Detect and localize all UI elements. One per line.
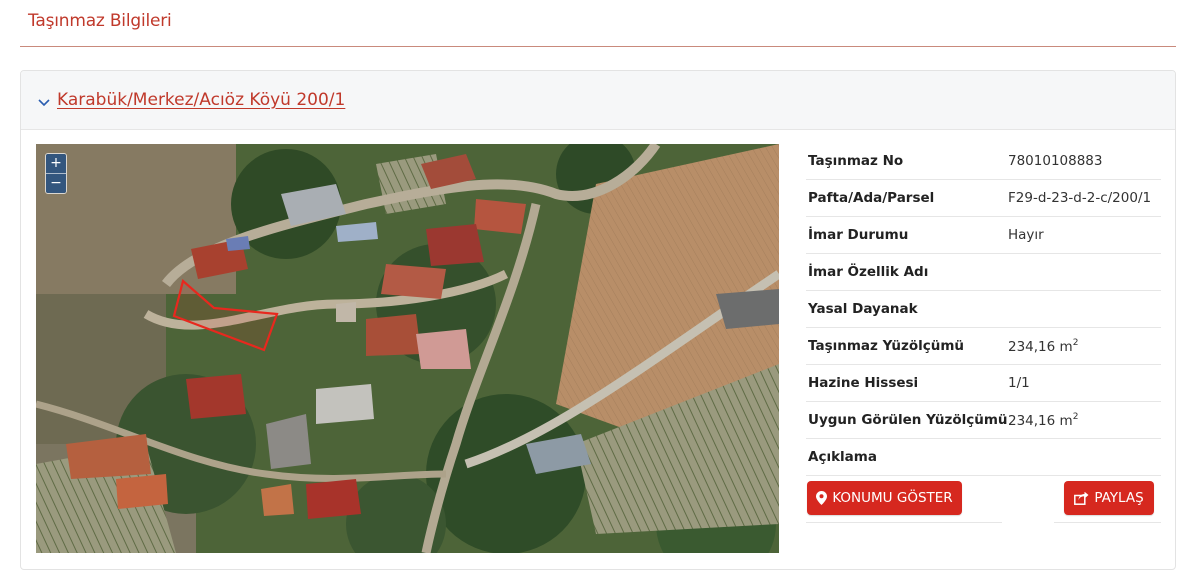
field-label: İmar Özellik Adı: [806, 253, 1008, 291]
field-label: Taşınmaz No: [806, 143, 1008, 180]
zoom-out-button[interactable]: −: [46, 173, 66, 193]
table-row: Uygun Görülen Yüzölçümü 234,16 m2: [806, 401, 1161, 439]
field-value: Hayır: [1008, 216, 1161, 254]
table-row: Pafta/Ada/Parsel F29-d-23-d-2-c/200/1: [806, 179, 1161, 217]
chevron-down-icon[interactable]: [37, 95, 51, 109]
table-row: İmar Durumu Hayır: [806, 216, 1161, 254]
field-value: 234,16 m2: [1008, 327, 1161, 365]
satellite-map[interactable]: + −: [36, 144, 779, 553]
show-location-button[interactable]: KONUMU GÖSTER: [807, 481, 962, 515]
area-unit-exponent: 2: [1072, 411, 1079, 422]
field-value: [1008, 290, 1161, 328]
map-zoom-control: + −: [45, 153, 67, 194]
map-marker-icon: [816, 491, 828, 505]
field-label: Açıklama: [806, 438, 1008, 476]
area-value: 234,16 m: [1008, 338, 1073, 355]
field-value: [1008, 253, 1161, 291]
zoom-in-button[interactable]: +: [46, 154, 66, 173]
field-value: F29-d-23-d-2-c/200/1: [1008, 179, 1161, 217]
field-value: 234,16 m2: [1008, 401, 1161, 439]
field-value: [1008, 438, 1161, 476]
field-label: Pafta/Ada/Parsel: [806, 179, 1008, 217]
page-title: Taşınmaz Bilgileri: [28, 11, 172, 31]
table-row: Hazine Hissesi 1/1: [806, 364, 1161, 402]
field-label: İmar Durumu: [806, 216, 1008, 254]
table-row: Taşınmaz Yüzölçümü 234,16 m2: [806, 327, 1161, 365]
row-divider: [1054, 522, 1161, 523]
share-icon: [1074, 491, 1089, 505]
area-value: 234,16 m: [1008, 412, 1073, 429]
table-row: Açıklama: [806, 438, 1161, 476]
field-label: Taşınmaz Yüzölçümü: [806, 327, 1008, 365]
field-label: Yasal Dayanak: [806, 290, 1008, 328]
show-location-label: KONUMU GÖSTER: [832, 490, 953, 506]
property-panel-header[interactable]: Karabük/Merkez/Acıöz Köyü 200/1: [21, 71, 1175, 130]
row-divider: [806, 522, 1002, 523]
title-divider: [20, 46, 1176, 47]
field-value: 1/1: [1008, 364, 1161, 402]
property-info-table: Taşınmaz No 78010108883 Pafta/Ada/Parsel…: [806, 143, 1161, 476]
field-label: Uygun Görülen Yüzölçümü: [806, 401, 1008, 439]
field-value: 78010108883: [1008, 143, 1161, 180]
field-label: Hazine Hissesi: [806, 364, 1008, 402]
table-row: İmar Özellik Adı: [806, 253, 1161, 291]
share-label: PAYLAŞ: [1094, 490, 1144, 506]
property-location-link[interactable]: Karabük/Merkez/Acıöz Köyü 200/1: [57, 90, 345, 110]
share-button[interactable]: PAYLAŞ: [1064, 481, 1154, 515]
area-unit-exponent: 2: [1072, 337, 1079, 348]
table-row: Taşınmaz No 78010108883: [806, 143, 1161, 180]
table-row: Yasal Dayanak: [806, 290, 1161, 328]
satellite-imagery: [36, 144, 779, 553]
property-panel: Karabük/Merkez/Acıöz Köyü 200/1 + − Taşı…: [20, 70, 1176, 570]
